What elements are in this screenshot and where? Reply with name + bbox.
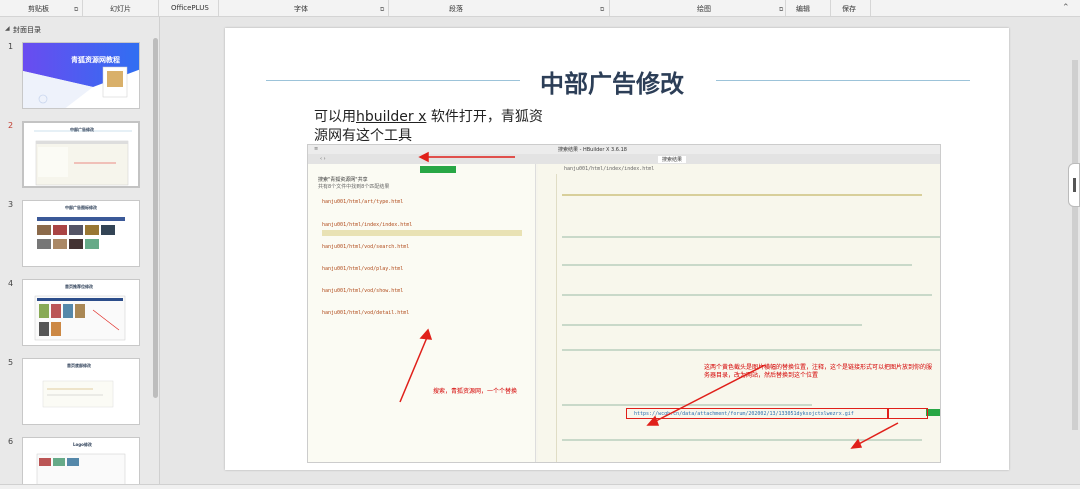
ribbon: 剪贴板 ⧉ 幻灯片 OfficePLUS 字体 ⧉ 段落 ⧉ 绘图 ⧉ 编辑 保… — [0, 0, 1080, 17]
ribbon-group-font[interactable]: 字体 — [294, 4, 308, 14]
arrow-head — [419, 328, 433, 340]
divider — [609, 0, 610, 16]
dialog-launcher-icon[interactable]: ⧉ — [74, 6, 78, 14]
slide-thumbnail-selected[interactable]: 中部广告修改 — [22, 121, 140, 188]
arrow-to-editor — [399, 334, 429, 403]
slide-1-preview — [23, 43, 139, 108]
body-text-2: 软件打开，青狐资 — [426, 109, 543, 125]
slide-thumbnail-pane: ◢ 封面目录 1 青狐资源网教程 2 中部广告修改 3 中部广告图标修改 4 首… — [0, 17, 160, 484]
slide-number: 3 — [8, 200, 14, 209]
title-rule-left — [266, 80, 520, 81]
collapse-section-icon[interactable]: ◢ — [5, 25, 10, 32]
thumbnail-caption: 首页底部修改 — [67, 363, 91, 368]
collapse-ribbon-icon[interactable]: ⌃ — [1062, 3, 1070, 13]
thumbnail-caption: 中部广告图标修改 — [65, 205, 97, 210]
arrow-to-url — [651, 364, 766, 424]
status-bar — [0, 484, 1080, 489]
thumbnail-caption: 首页推荐位修改 — [65, 284, 93, 289]
slide-thumbnail[interactable]: 首页推荐位修改 — [22, 279, 140, 346]
slide-number: 2 — [8, 121, 14, 130]
ribbon-group-paragraph[interactable]: 段落 — [449, 4, 463, 14]
slide-thumbnail[interactable]: 青狐资源网教程 — [22, 42, 140, 109]
slide-number: 4 — [8, 279, 14, 288]
divider — [158, 0, 159, 16]
arrow-head — [850, 438, 863, 449]
ribbon-group-editing[interactable]: 编辑 — [796, 4, 810, 14]
divider — [388, 0, 389, 16]
ribbon-group-save[interactable]: 保存 — [842, 4, 856, 14]
ribbon-group-slides[interactable]: 幻灯片 — [110, 4, 131, 14]
dialog-launcher-icon[interactable]: ⧉ — [600, 6, 604, 14]
annotation-arrows — [399, 151, 899, 449]
thumbnail-caption: 青狐资源网教程 — [71, 56, 120, 64]
ribbon-group-clipboard[interactable]: 剪贴板 — [28, 4, 49, 14]
slide-thumbnail[interactable]: 中部广告图标修改 — [22, 200, 140, 267]
slide-title[interactable]: 中部广告修改 — [540, 64, 684, 99]
arrow-head — [418, 151, 429, 163]
divider — [830, 0, 831, 16]
slide-thumbnail[interactable]: 首页底部修改 — [22, 358, 140, 425]
thumbnail-caption: Logo修改 — [73, 442, 92, 447]
divider — [870, 0, 871, 16]
thumbnail-caption: 中部广告修改 — [70, 127, 94, 132]
title-rule-right — [716, 80, 970, 81]
body-text-1: 可以用 — [314, 109, 356, 125]
slide-number: 6 — [8, 437, 14, 446]
ribbon-group-drawing[interactable]: 绘图 — [697, 4, 711, 14]
body-text-underlined: hbuilder x — [356, 109, 427, 125]
divider — [82, 0, 83, 16]
ribbon-group-officeplus[interactable]: OfficePLUS — [171, 4, 209, 12]
arrow-head — [646, 415, 660, 426]
slide-thumbnail[interactable]: Logo修改 — [22, 437, 140, 484]
section-title[interactable]: 封面目录 — [13, 25, 41, 35]
divider — [218, 0, 219, 16]
slide-number: 1 — [8, 42, 14, 51]
divider — [785, 0, 786, 16]
thumbnail-scrollbar[interactable] — [153, 38, 158, 398]
canvas-scrollbar[interactable] — [1072, 60, 1078, 430]
dialog-launcher-icon[interactable]: ⧉ — [779, 6, 783, 14]
side-panel-handle[interactable] — [1068, 163, 1080, 207]
slide-number: 5 — [8, 358, 14, 367]
dialog-launcher-icon[interactable]: ⧉ — [380, 6, 384, 14]
arrow-to-alt — [854, 422, 899, 447]
